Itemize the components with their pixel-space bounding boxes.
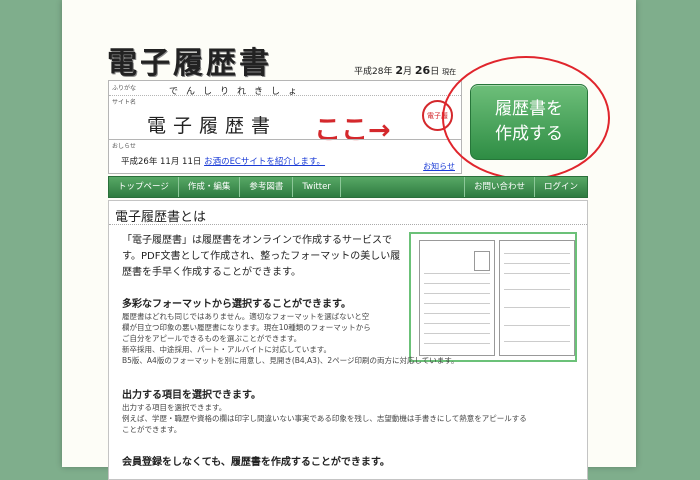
- feature-text: ことができます。: [122, 425, 182, 434]
- main-nav: トップページ 作成・編集 参考図書 Twitter お問い合わせ ログイン: [108, 176, 588, 198]
- nav-login[interactable]: ログイン: [533, 177, 587, 197]
- annotation-arrow: ここ→: [314, 115, 391, 146]
- date-day: 26: [414, 64, 431, 77]
- divider: [109, 139, 461, 140]
- preview-line: [504, 307, 570, 308]
- notice-entry: 平成26年 11月 11日 お酒のECサイトを紹介します。: [121, 155, 325, 167]
- preview-line: [504, 263, 570, 264]
- date-day-unit: 日: [430, 67, 440, 77]
- divider: [109, 95, 461, 96]
- feature-heading-no-signup: 会員登録をしなくても、履歴書を作成することができます。: [122, 457, 390, 468]
- main-content: 電子履歴書とは 「電子履歴書」は履歴書をオンラインで作成するサービスです。PDF…: [108, 200, 588, 480]
- furigana-label: ふりがな: [112, 85, 137, 92]
- date-suffix: 現在: [442, 68, 457, 76]
- preview-line: [424, 283, 490, 284]
- notice-date: 平成26年 11月 11日: [121, 157, 202, 167]
- nav-twitter[interactable]: Twitter: [293, 177, 341, 197]
- preview-page-right: [499, 240, 575, 356]
- nav-create-edit[interactable]: 作成・編集: [179, 177, 241, 197]
- site-name-value: 電子履歴書: [147, 115, 278, 137]
- date-month: 2: [395, 64, 404, 77]
- feature-text: 出力する項目を選択できます。: [122, 403, 227, 412]
- date-stamp: 平成28年 2月 26日 現在: [354, 64, 456, 77]
- intro-text: 「電子履歴書」は履歴書をオンラインで作成するサービスです。PDF文書として作成さ…: [122, 235, 401, 278]
- preview-line: [504, 273, 570, 274]
- preview-line: [424, 273, 490, 274]
- section-title: 電子履歴書とは: [115, 210, 207, 225]
- feature-text: 新卒採用、中途採用、パート・アルバイトに対応しています。: [122, 345, 331, 354]
- notice-label: おしらせ: [112, 143, 136, 150]
- date-era: 平成: [354, 67, 373, 77]
- notice-more-link[interactable]: お知らせ: [423, 161, 455, 172]
- notice-link[interactable]: お酒のECサイトを紹介します。: [204, 157, 325, 167]
- date-month-unit: 月: [403, 67, 413, 77]
- nav-right-group: お問い合わせ ログイン: [463, 177, 587, 197]
- preview-line: [424, 293, 490, 294]
- nav-top-page[interactable]: トップページ: [109, 177, 179, 197]
- divider: [109, 224, 587, 225]
- resume-header-form: ふりがな でんしりれきしょ サイト名 電子履歴書 ここ→ 電子履 おしらせ 平成…: [108, 80, 462, 174]
- preview-line: [504, 325, 570, 326]
- site-name-label: サイト名: [112, 99, 137, 106]
- highlight-circle: [442, 56, 610, 180]
- nav-contact[interactable]: お問い合わせ: [463, 177, 534, 197]
- feature-text: 履歴書はどれも同じではありません。適切なフォーマットを選ばないと空: [122, 312, 370, 321]
- nav-reference-books[interactable]: 参考図書: [240, 177, 294, 197]
- date-year: 28: [372, 67, 384, 77]
- site-logo[interactable]: 電子履歴書: [107, 38, 272, 82]
- date-year-unit: 年: [383, 67, 393, 77]
- page: 電子履歴書 平成28年 2月 26日 現在 ふりがな でんしりれきしょ サイト名…: [62, 0, 636, 480]
- preview-line: [504, 341, 570, 342]
- photo-box: [474, 251, 490, 271]
- feature-heading-items: 出力する項目を選択できます。: [122, 390, 261, 401]
- feature-heading-formats: 多彩なフォーマットから選択することができます。: [122, 299, 351, 310]
- feature-text: B5版、A4版のフォーマットを別に用意し、見開き(B4,A3)、2ページ印刷の両…: [122, 356, 459, 365]
- preview-line: [504, 253, 570, 254]
- feature-text: ご自分をアピールできるものを選ぶことができます。: [122, 334, 302, 343]
- preview-line: [424, 303, 490, 304]
- feature-text: 欄が目立つ印象の悪い履歴書になります。現在10種類のフォーマットから: [122, 323, 371, 332]
- feature-text: 例えば、学歴・職歴や資格の欄は印字し間違いない事実である印象を残し、志望動機は手…: [122, 414, 527, 423]
- preview-line: [504, 289, 570, 290]
